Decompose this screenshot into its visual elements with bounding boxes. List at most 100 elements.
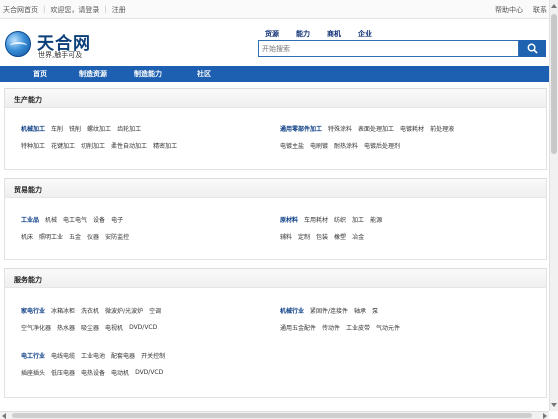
category-link[interactable]: 电镀主盐: [280, 141, 304, 150]
globe-logo-icon[interactable]: [5, 31, 31, 57]
category-link[interactable]: 切削加工: [81, 141, 105, 150]
top-bar-left: 天合网首页 | 欢迎您，请登录 | 注册: [3, 5, 126, 15]
category-link[interactable]: 电线电缆: [51, 351, 75, 360]
category-link[interactable]: 电视机: [105, 323, 123, 332]
category-group-left: 机械加工 车削 铣削 螺纹加工 齿轮加工 特种加工 花键加工 切削加工 柔性自动…: [21, 120, 177, 154]
category-link[interactable]: 洗衣机: [81, 306, 99, 315]
category-link[interactable]: 机床: [21, 232, 33, 241]
nav-manufacturing-capability[interactable]: 制造能力: [134, 69, 162, 79]
category-group-right: 机械行业 紧固件/连接件 轴承 泵 通用五金配件 传动件 工业皮带 气动元件: [280, 302, 400, 336]
category-link[interactable]: 齿轮加工: [117, 124, 141, 133]
category-link[interactable]: 空调: [149, 306, 161, 315]
category-link[interactable]: 冶金: [352, 232, 364, 241]
category-link[interactable]: 工业电池: [81, 351, 105, 360]
category-link[interactable]: 工业皮带: [346, 323, 370, 332]
scroll-left-arrow-icon[interactable]: [2, 413, 6, 419]
category-link[interactable]: 前处理液: [430, 124, 454, 133]
contact-link[interactable]: 联系: [533, 5, 547, 15]
login-link[interactable]: 欢迎您，请登录: [50, 5, 99, 15]
category-link[interactable]: 电子: [111, 215, 123, 224]
category-title[interactable]: 原材料: [280, 215, 298, 224]
category-link[interactable]: 吸尘器: [81, 323, 99, 332]
category-link[interactable]: 通用五金配件: [280, 323, 316, 332]
scroll-down-arrow-icon[interactable]: [551, 403, 557, 407]
scroll-up-arrow-icon[interactable]: [551, 4, 557, 8]
category-link[interactable]: 轴承: [354, 306, 366, 315]
category-link[interactable]: 传动件: [322, 323, 340, 332]
search-tab-company[interactable]: 企业: [358, 29, 372, 39]
category-link[interactable]: 低压电器: [51, 368, 75, 377]
category-group-right: 通用零部件加工 特殊涂料 表面处理加工 电镀耗材 前处理液 电镀主盐 电刷镀 耐…: [280, 120, 454, 154]
category-link[interactable]: 机械: [45, 215, 57, 224]
category-link[interactable]: 车用耗材: [304, 215, 328, 224]
category-link[interactable]: 铣削: [69, 124, 81, 133]
category-title[interactable]: 机械行业: [280, 306, 304, 315]
category-link[interactable]: 泵: [372, 306, 378, 315]
scroll-thumb[interactable]: [551, 14, 557, 154]
category-link[interactable]: 热水器: [57, 323, 75, 332]
category-link[interactable]: 车削: [51, 124, 63, 133]
category-link[interactable]: 电动机: [111, 368, 129, 377]
main-nav: 首页 制造资源 制造能力 社区: [0, 66, 549, 82]
nav-manufacturing-resources[interactable]: 制造资源: [79, 69, 107, 79]
category-link[interactable]: 空气净化器: [21, 323, 51, 332]
category-link[interactable]: 能源: [370, 215, 382, 224]
category-link[interactable]: 特种加工: [21, 141, 45, 150]
category-link[interactable]: 微波炉/光波炉: [105, 306, 143, 315]
category-title[interactable]: 家电行业: [21, 306, 45, 315]
category-link[interactable]: 气动元件: [376, 323, 400, 332]
category-link[interactable]: 表面处理加工: [358, 124, 394, 133]
category-link[interactable]: DVD/VCD: [129, 324, 157, 331]
category-link[interactable]: 仪器: [87, 232, 99, 241]
category-link[interactable]: 花键加工: [51, 141, 75, 150]
search-tab-goods[interactable]: 货源: [265, 29, 279, 39]
nav-community[interactable]: 社区: [197, 69, 211, 79]
search-input[interactable]: [259, 41, 518, 56]
category-title[interactable]: 通用零部件加工: [280, 124, 322, 133]
category-row: 机械行业 紧固件/连接件 轴承 泵: [280, 302, 400, 319]
category-link[interactable]: 配套电器: [111, 351, 135, 360]
category-link[interactable]: 安防监控: [105, 232, 129, 241]
category-link[interactable]: 加工: [352, 215, 364, 224]
category-link[interactable]: 螺纹加工: [87, 124, 111, 133]
vertical-scrollbar[interactable]: [549, 0, 558, 411]
category-link[interactable]: 电镀后处理剂: [364, 141, 400, 150]
search-button[interactable]: [519, 40, 546, 57]
nav-home[interactable]: 首页: [33, 69, 47, 79]
help-link[interactable]: 帮助中心: [495, 5, 523, 15]
search-tab-business[interactable]: 商机: [327, 29, 341, 39]
category-link[interactable]: 开关控制: [141, 351, 165, 360]
category-title[interactable]: 机械加工: [21, 124, 45, 133]
category-link[interactable]: 电刷镀: [310, 141, 328, 150]
horizontal-scrollbar[interactable]: [0, 411, 549, 419]
top-bar: 天合网首页 | 欢迎您，请登录 | 注册 帮助中心 联系: [0, 0, 549, 19]
category-row: 原材料 车用耗材 纺织 加工 能源: [280, 211, 382, 228]
category-link[interactable]: 电热设备: [81, 368, 105, 377]
category-group-left: 家电行业 冰箱冰柜 洗衣机 微波炉/光波炉 空调 空气净化器 热水器 吸尘器 电…: [21, 302, 165, 381]
category-link[interactable]: 纺织: [334, 215, 346, 224]
register-link[interactable]: 注册: [112, 5, 126, 15]
category-link[interactable]: 冰箱冰柜: [51, 306, 75, 315]
category-link[interactable]: 定制: [298, 232, 310, 241]
category-link[interactable]: DVD/VCD: [135, 369, 163, 376]
category-link[interactable]: 紧固件/连接件: [310, 306, 348, 315]
search-tab-capability[interactable]: 能力: [296, 29, 310, 39]
home-link[interactable]: 天合网首页: [3, 5, 38, 15]
category-link[interactable]: 插座插头: [21, 368, 45, 377]
category-link[interactable]: 五金: [69, 232, 81, 241]
scroll-right-arrow-icon[interactable]: [543, 413, 547, 419]
category-link[interactable]: 耐热涂料: [334, 141, 358, 150]
category-link[interactable]: 精密加工: [153, 141, 177, 150]
category-link[interactable]: 电工电气: [63, 215, 87, 224]
scroll-thumb[interactable]: [12, 413, 532, 418]
category-title[interactable]: 工业品: [21, 215, 39, 224]
category-link[interactable]: 设备: [93, 215, 105, 224]
category-link[interactable]: 电镀耗材: [400, 124, 424, 133]
category-link[interactable]: 照明工业: [39, 232, 63, 241]
category-link[interactable]: 特殊涂料: [328, 124, 352, 133]
category-link[interactable]: 包装: [316, 232, 328, 241]
category-link[interactable]: 辅料: [280, 232, 292, 241]
category-link[interactable]: 柔性自动加工: [111, 141, 147, 150]
category-title[interactable]: 电工行业: [21, 351, 45, 360]
category-link[interactable]: 橡塑: [334, 232, 346, 241]
